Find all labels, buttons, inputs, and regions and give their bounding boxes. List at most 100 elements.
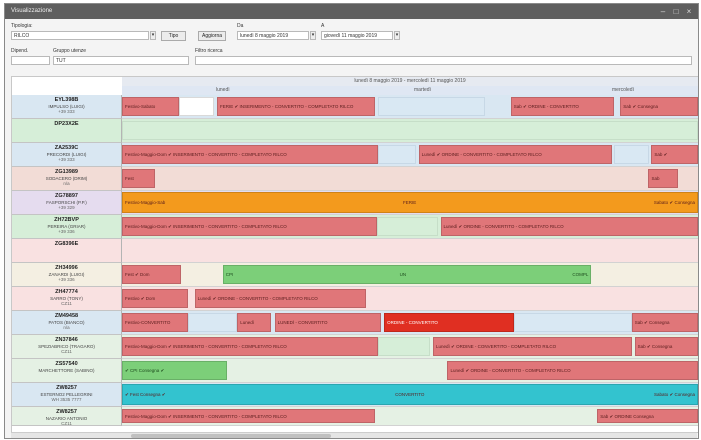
segment-text: Lunedì ✔ ORDINE - CONVERTITO - COMPLETAT… (450, 368, 571, 373)
segment-end-text: COMPL (572, 272, 589, 277)
segment-text: LUNEDÌ - CONVERTITO (277, 320, 328, 325)
schedule-segment[interactable]: Festivo-Maggio-Dom ✔ INSERIMENTO - CONVE… (122, 217, 378, 236)
schedule-lane: Festivo-Maggio-Dom ✔ INSERIMENTO - CONVE… (122, 143, 698, 167)
row-sub: WH 3535 7777 (51, 397, 82, 402)
day-label: mercoledì (612, 87, 634, 93)
schedule-segment[interactable]: Festivo-Maggio-Dom ✔ INSERIMENTO - CONVE… (122, 337, 379, 356)
row-label[interactable]: ZM49458 PATOS (BIANCO) n/a (12, 311, 122, 335)
schedule-segment[interactable] (188, 313, 238, 332)
schedule-segment[interactable]: Festivo-CONVERTITO (122, 313, 189, 332)
segment-text: Lunedì (240, 320, 254, 325)
row-label[interactable]: ZG13989 SODACERO (DRIM) n/a (12, 167, 122, 191)
schedule-lane (122, 119, 698, 143)
schedule-segment[interactable]: Lunedì ✔ ORDINE - CONVERTITO - COMPLETAT… (418, 145, 612, 164)
schedule-segment[interactable] (377, 145, 416, 164)
filtro-field[interactable] (195, 56, 692, 65)
da-label: Da (237, 23, 244, 29)
scrollbar-thumb[interactable] (131, 434, 331, 438)
schedule-lane: Festivo-Maggio-Sab FERIE Sabato ✔ Consegna (122, 191, 698, 215)
schedule-segment[interactable]: Lunedì ✔ ORDINE - CONVERTITO - COMPLETAT… (194, 289, 367, 308)
segment-text: FERIE ✔ INSERIMENTO - CONVERTITO - COMPL… (220, 104, 354, 109)
schedule-segment[interactable] (513, 313, 632, 332)
schedule-lane (122, 239, 698, 263)
schedule-segment[interactable]: Festivo-Sabato (122, 97, 180, 116)
row-sub: +39 333 (58, 157, 75, 162)
row-sub: CZ11 (61, 349, 72, 354)
schedule-segment[interactable]: Fest (122, 169, 155, 188)
row-label[interactable]: ZN37846 SPEZIABRICO (TRAGARO) CZ11 (12, 335, 122, 359)
segment-text: Fest ✔ Dom (125, 272, 150, 277)
schedule-segment[interactable] (377, 217, 438, 236)
schedule-segment[interactable]: Lunedì (237, 313, 271, 332)
schedule-segment[interactable]: Festivo-Maggio-Dom ✔ INSERIMENTO - CONVE… (122, 145, 378, 164)
close-icon[interactable]: × (684, 7, 694, 16)
schedule-segment[interactable]: ✔ CPI Consegna ✔ (122, 361, 228, 380)
row-code: ZW8257 (56, 409, 77, 415)
schedule-segment[interactable]: Festivo ✔ Dom (122, 289, 189, 308)
horizontal-scrollbar[interactable] (11, 432, 697, 438)
row-code: ZH47774 (55, 289, 78, 295)
segment-end-text: Sabato ✔ Consegna (653, 200, 695, 205)
schedule-segment[interactable]: Festivo-Maggio-Dom ✔ INSERIMENTO - CONVE… (122, 409, 376, 423)
schedule-segment[interactable]: Lunedì ✔ ORDINE - CONVERTITO - COMPLETAT… (440, 217, 698, 236)
schedule-segment[interactable]: FERIE ✔ INSERIMENTO - CONVERTITO - COMPL… (217, 97, 376, 116)
schedule-segment[interactable] (378, 337, 431, 356)
segment-text: Sab ✔ Consegna (623, 104, 659, 109)
row-label[interactable]: EYL398B IMPULSO (LUIGI) +39 333 (12, 95, 122, 119)
schedule-segment[interactable]: CPI UN COMPL (222, 265, 592, 284)
row-label[interactable]: DP23X2E (12, 119, 122, 143)
minimize-icon[interactable]: – (658, 7, 668, 16)
row-label[interactable]: ZH72BVP PEREIRA (GRIAR) +39 336 (12, 215, 122, 239)
segment-text: Festivo-Maggio-Dom ✔ INSERIMENTO - CONVE… (125, 413, 287, 419)
tipo-button[interactable]: Tipo (161, 31, 186, 41)
schedule-segment[interactable]: ✔ Fest Consegna ✔ CONVERTITO Sabato ✔ Cons… (122, 384, 698, 405)
from-date-field[interactable]: lunedì 8 maggio 2019 (237, 31, 309, 40)
segment-text: Sab ✔ Consegna (634, 320, 670, 325)
segment-end-text: Sabato ✔ Consegna (653, 392, 695, 397)
segment-text: ✔ Fest Consegna ✔ (125, 392, 166, 397)
segment-text: Festivo ✔ Dom (125, 296, 156, 301)
to-date-field[interactable]: giovedì 11 maggio 2019 (321, 31, 393, 40)
segment-text: Lunedì ✔ ORDINE - CONVERTITO - COMPLETAT… (443, 224, 564, 229)
gruppo-label: Gruppo utenze (53, 48, 87, 54)
row-code: ZA2539C (54, 145, 79, 151)
schedule-segment[interactable]: Sab ✔ ORDINE - CONVERTITO (510, 97, 615, 116)
schedule-segment[interactable]: Sab (648, 169, 678, 188)
schedule-segment[interactable]: ORDINE - CONVERTITO (384, 313, 514, 332)
schedule-segment[interactable] (122, 121, 698, 140)
row-label[interactable]: ZH34996 ZANARDI (LUIGI) +39 336 (12, 263, 122, 287)
schedule-segment[interactable] (179, 97, 215, 116)
schedule-segment[interactable] (614, 145, 650, 164)
schedule-segment[interactable]: Sab ✔ Consegna (620, 97, 698, 116)
row-label[interactable]: ZW8257 ESTERNO2 PELLEGRINI WH 3535 7777 (12, 383, 122, 407)
dipendente-field[interactable] (11, 56, 50, 65)
from-date-dropdown-icon[interactable]: ▾ (310, 31, 316, 40)
schedule-segment[interactable]: Festivo-Maggio-Sab FERIE Sabato ✔ Consegna (122, 192, 698, 213)
to-date-dropdown-icon[interactable]: ▾ (394, 31, 400, 40)
schedule-segment[interactable]: Lunedì ✔ ORDINE - CONVERTITO - COMPLETAT… (447, 361, 698, 380)
row-code: ZS57540 (55, 361, 78, 367)
segment-text: Fest (125, 176, 134, 181)
segment-text: Lunedì ✔ ORDINE - CONVERTITO - COMPLETAT… (436, 344, 557, 349)
schedule-segment[interactable]: Sab ✔ ORDINE Consegna (597, 409, 698, 423)
row-label[interactable]: ZG8396E (12, 239, 122, 263)
tipologia-select[interactable]: RILCO (11, 31, 149, 40)
row-label[interactable]: ZG78897 FASPORSCHI (P.P.) +39 329 (12, 191, 122, 215)
chevron-down-icon[interactable]: ▾ (150, 31, 156, 40)
gruppo-field[interactable]: TUT (53, 56, 189, 65)
schedule-segment[interactable]: Lunedì ✔ ORDINE - CONVERTITO - COMPLETAT… (433, 337, 632, 356)
maximize-icon[interactable]: □ (671, 7, 681, 16)
row-label[interactable]: ZA2539C PRECORDI (LUIGI) +39 333 (12, 143, 122, 167)
row-label[interactable]: ZW8257 NAZARIO ANTONIO CZ11 (12, 407, 122, 426)
row-label[interactable]: ZS57540 MARCHETTORE (SABINO) (12, 359, 122, 383)
schedule-segment[interactable]: LUNEDÌ - CONVERTITO (274, 313, 382, 332)
schedule-segment[interactable]: Sab ✔ Consegna (634, 337, 698, 356)
segment-text: Sab ✔ (654, 152, 668, 157)
schedule-segment[interactable]: Fest ✔ Dom (122, 265, 181, 284)
schedule-segment[interactable] (378, 97, 485, 116)
schedule-segment[interactable]: Sab ✔ Consegna (631, 313, 698, 332)
row-label[interactable]: ZH47774 SARRO (TONY) CZ11 (12, 287, 122, 311)
schedule-segment[interactable]: Sab ✔ (651, 145, 698, 164)
row-sub: +39 336 (58, 277, 75, 282)
aggiorna-button[interactable]: Aggiorna (198, 31, 226, 41)
